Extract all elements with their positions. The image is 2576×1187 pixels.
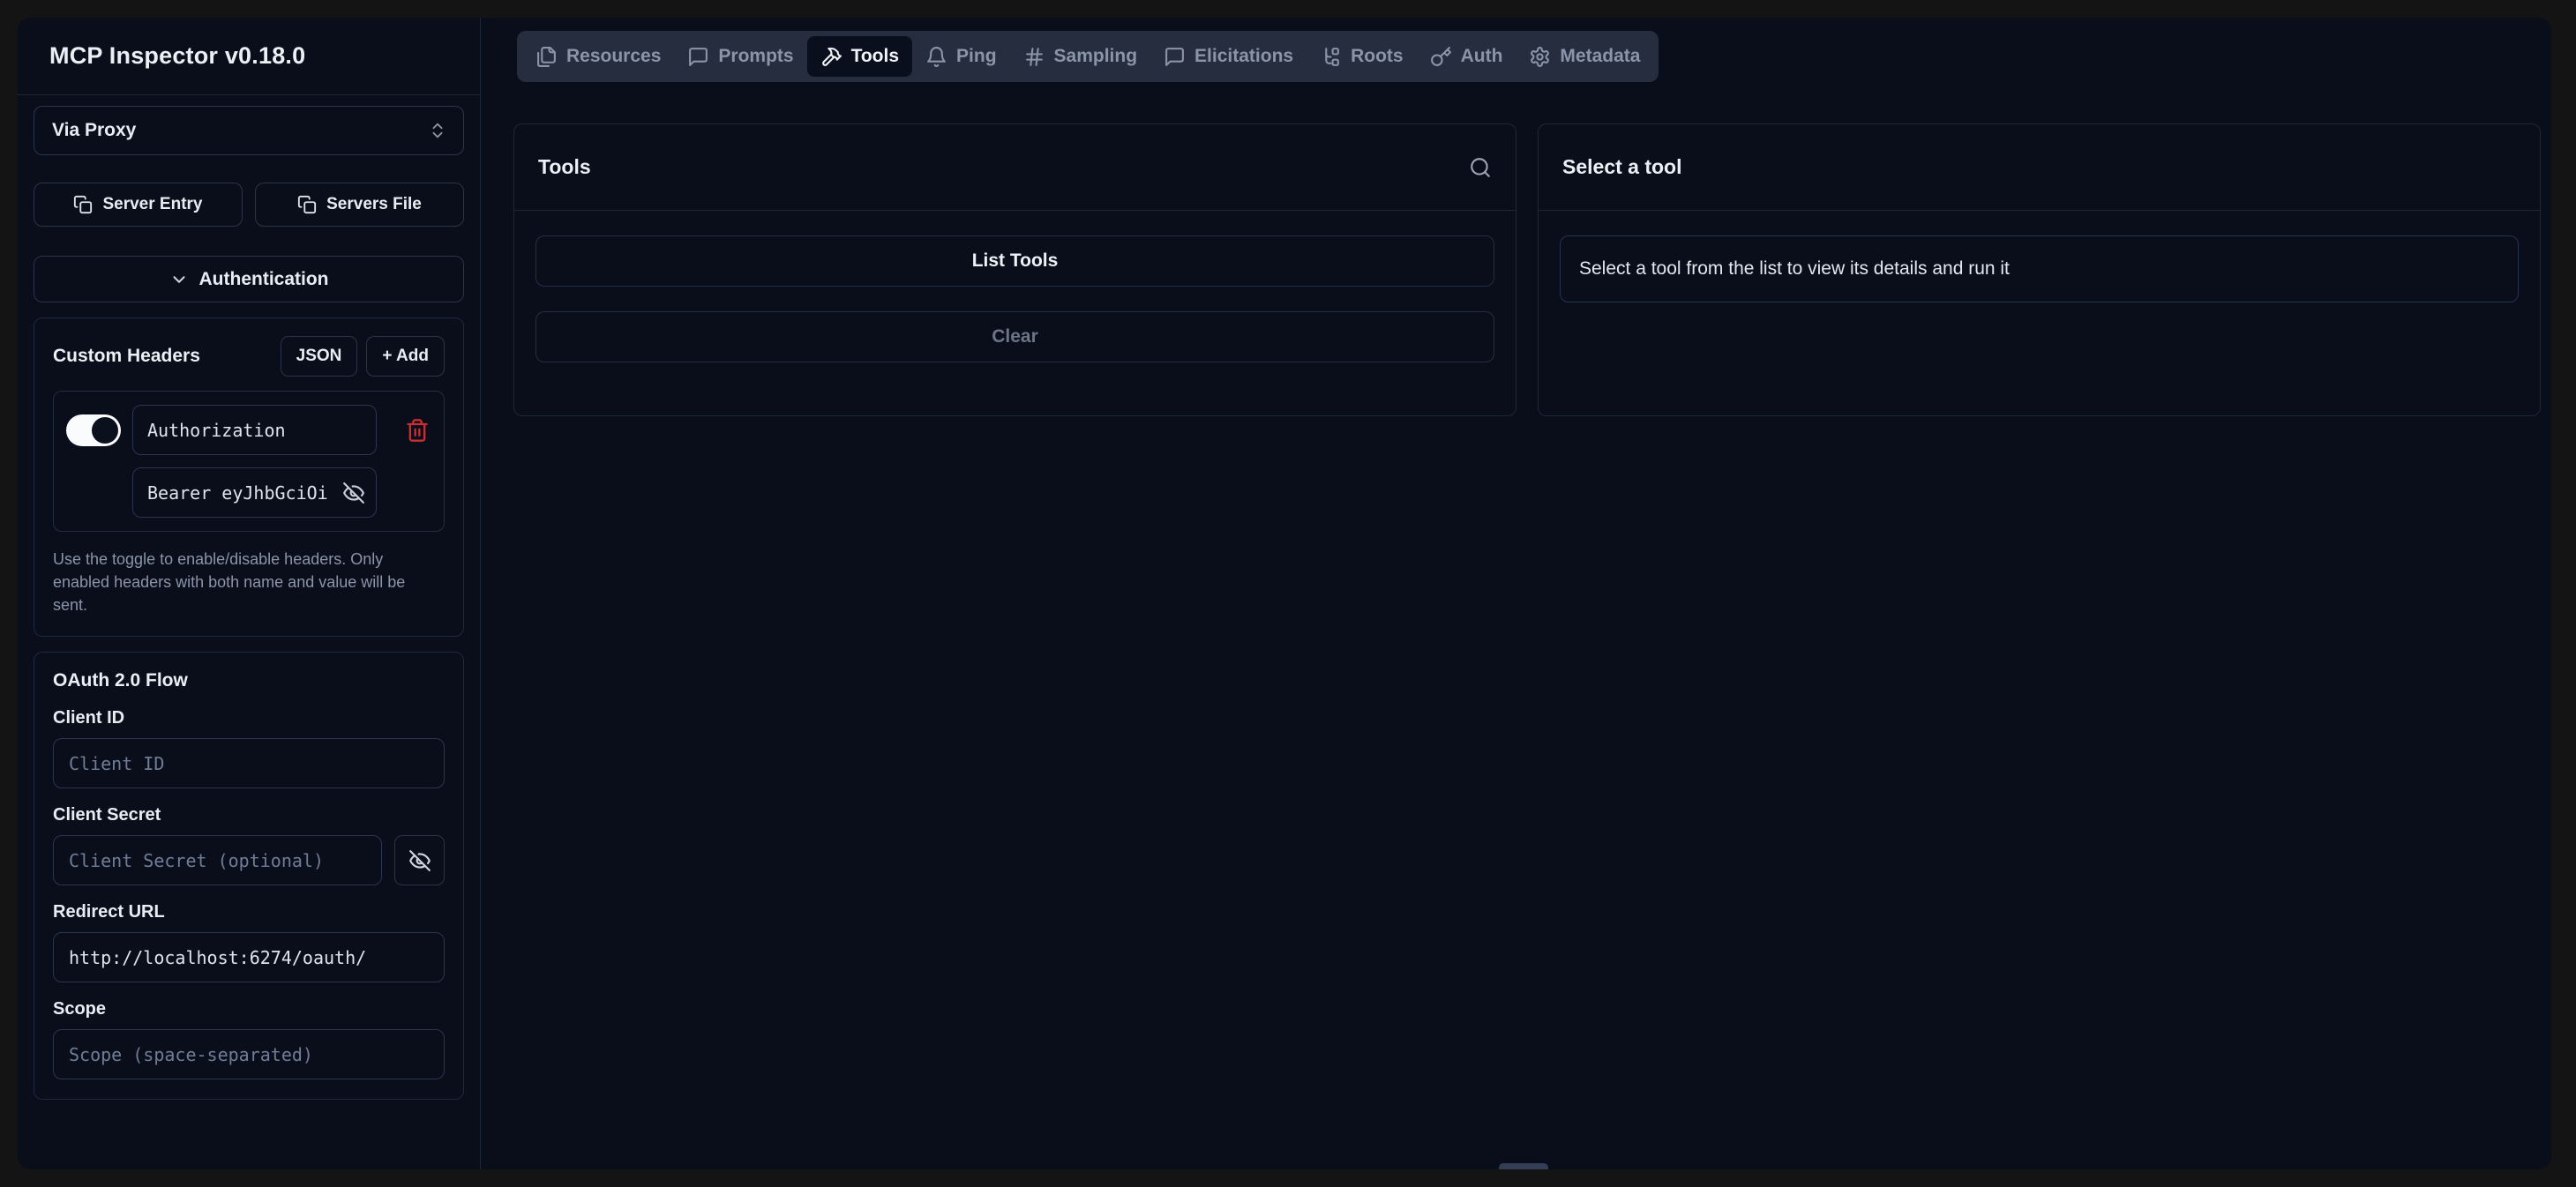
custom-headers-actions: JSON + Add <box>281 336 445 377</box>
tab-label: Metadata <box>1560 46 1640 67</box>
tab-metadata[interactable]: Metadata <box>1516 36 1653 77</box>
custom-headers-head: Custom Headers JSON + Add <box>53 336 445 377</box>
authentication-collapse-button[interactable]: Authentication <box>34 256 464 302</box>
files-icon <box>535 46 558 68</box>
tab-label: Auth <box>1461 46 1503 67</box>
tab-label: Ping <box>956 46 997 67</box>
tab-label: Resources <box>566 46 661 67</box>
header-value-row <box>132 467 377 518</box>
client-id-label: Client ID <box>53 708 445 728</box>
tab-prompts[interactable]: Prompts <box>674 36 806 77</box>
tab-label: Elicitations <box>1194 46 1293 67</box>
toggle-header-value-visibility-button[interactable] <box>342 482 365 504</box>
server-entry-label: Server Entry <box>102 195 202 214</box>
transport-select-value: Via Proxy <box>52 120 136 141</box>
tab-auth[interactable]: Auth <box>1417 36 1516 77</box>
tab-resources[interactable]: Resources <box>522 36 674 77</box>
toggle-secret-visibility-button[interactable] <box>394 835 445 885</box>
custom-headers-panel: Custom Headers JSON + Add <box>34 317 464 637</box>
chevrons-up-down-icon <box>428 121 447 140</box>
trash-icon <box>405 418 430 443</box>
search-icon[interactable] <box>1469 156 1492 179</box>
header-value-input[interactable] <box>132 467 377 518</box>
tool-detail-panel: Select a tool Select a tool from the lis… <box>1538 123 2541 416</box>
scope-input[interactable] <box>53 1029 445 1079</box>
oauth-panel: OAuth 2.0 Flow Client ID Client Secret R… <box>34 652 464 1100</box>
tools-panel-title: Tools <box>538 155 591 179</box>
sidebar: MCP Inspector v0.18.0 Via Proxy Server E… <box>18 18 481 1169</box>
servers-file-button[interactable]: Servers File <box>255 183 464 227</box>
transport-select[interactable]: Via Proxy <box>34 106 464 155</box>
message-square-icon <box>687 46 709 68</box>
tab-label: Sampling <box>1054 46 1138 67</box>
header-enabled-toggle[interactable] <box>66 414 121 446</box>
tools-list-panel: Tools List Tools Clear <box>513 123 1516 416</box>
detail-panel-title: Select a tool <box>1562 155 1681 179</box>
servers-file-label: Servers File <box>326 195 422 214</box>
header-name-input[interactable] <box>132 405 377 455</box>
json-view-button[interactable]: JSON <box>281 336 358 377</box>
tab-label: Tools <box>851 46 899 67</box>
bell-icon <box>925 46 947 68</box>
hammer-icon <box>820 46 842 68</box>
client-id-input[interactable] <box>53 738 445 788</box>
tab-sampling[interactable]: Sampling <box>1010 36 1151 77</box>
toggle-knob <box>92 417 118 444</box>
eye-off-icon <box>342 482 365 504</box>
gear-icon <box>1529 46 1551 68</box>
main-area: Resources Prompts Tools Ping Sampling <box>481 18 2551 1169</box>
chevron-down-icon <box>169 270 189 289</box>
message-square-icon <box>1164 46 1186 68</box>
copy-icon <box>297 195 317 214</box>
tree-icon <box>1320 46 1342 68</box>
copy-icon <box>73 195 93 214</box>
server-entry-button[interactable]: Server Entry <box>34 183 243 227</box>
mcp-inspector-window: MCP Inspector v0.18.0 Via Proxy Server E… <box>18 18 2551 1169</box>
detail-panel-body: Select a tool from the list to view its … <box>1539 211 2540 327</box>
client-secret-label: Client Secret <box>53 805 445 825</box>
sidebar-header: MCP Inspector v0.18.0 <box>18 18 480 95</box>
content-cards: Tools List Tools Clear Select a tool <box>513 123 2541 416</box>
hash-icon <box>1023 46 1045 68</box>
scope-label: Scope <box>53 999 445 1019</box>
tools-panel-body: List Tools Clear <box>514 211 1516 387</box>
eye-off-icon <box>408 849 431 872</box>
redirect-url-label: Redirect URL <box>53 902 445 922</box>
authentication-label: Authentication <box>199 269 329 290</box>
add-header-button[interactable]: + Add <box>366 336 445 377</box>
client-secret-input[interactable] <box>53 835 382 885</box>
desktop-background: MCP Inspector v0.18.0 Via Proxy Server E… <box>0 0 2576 1187</box>
custom-headers-title: Custom Headers <box>53 346 200 367</box>
tab-label: Prompts <box>718 46 793 67</box>
custom-headers-helper-text: Use the toggle to enable/disable headers… <box>53 548 441 616</box>
tab-bar: Resources Prompts Tools Ping Sampling <box>517 31 1659 82</box>
tab-label: Roots <box>1351 46 1404 67</box>
server-buttons-row: Server Entry Servers File <box>34 183 464 227</box>
empty-state-text: Select a tool from the list to view its … <box>1579 258 2010 280</box>
tab-ping[interactable]: Ping <box>912 36 1010 77</box>
bottom-panel-handle[interactable] <box>1499 1163 1548 1169</box>
header-entry <box>53 391 445 532</box>
oauth-title: OAuth 2.0 Flow <box>53 670 445 691</box>
empty-state-message: Select a tool from the list to view its … <box>1560 235 2519 302</box>
list-tools-button[interactable]: List Tools <box>535 235 1494 287</box>
detail-panel-header: Select a tool <box>1539 124 2540 211</box>
tab-elicitations[interactable]: Elicitations <box>1150 36 1307 77</box>
tab-tools[interactable]: Tools <box>807 36 912 77</box>
clear-tools-button[interactable]: Clear <box>535 311 1494 362</box>
sidebar-body: Via Proxy Server Entry Servers File <box>18 95 480 1100</box>
app-title: MCP Inspector v0.18.0 <box>49 42 305 70</box>
tab-roots[interactable]: Roots <box>1307 36 1417 77</box>
redirect-url-input[interactable] <box>53 932 445 982</box>
client-secret-row <box>53 835 445 885</box>
tools-panel-header: Tools <box>514 124 1516 211</box>
key-icon <box>1430 46 1452 68</box>
header-entry-row <box>66 405 431 455</box>
delete-header-button[interactable] <box>403 418 431 443</box>
